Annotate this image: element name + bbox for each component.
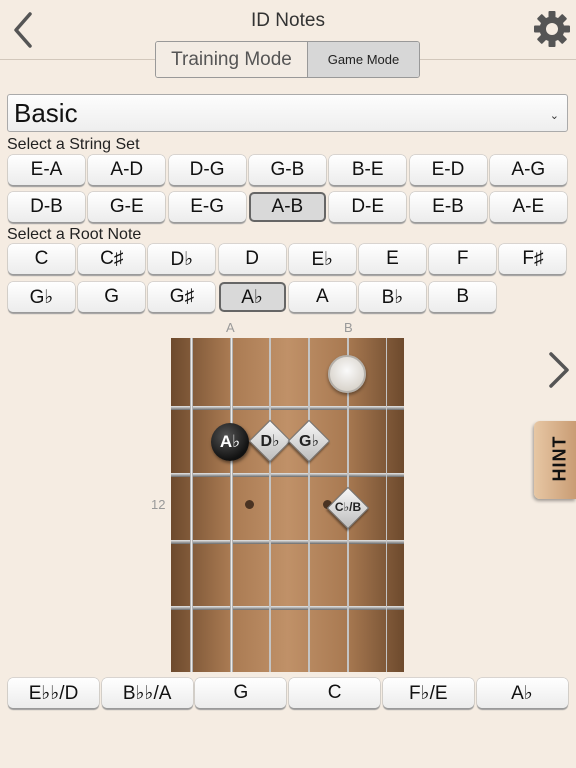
root-note-label: Select a Root Note [7,226,142,243]
root-note-button-b-flat[interactable]: B♭ [359,282,426,312]
answer-button-b-flat-flat-a[interactable]: B♭♭/A [101,678,193,708]
string-set-button-d-g[interactable]: D-G [168,155,246,185]
string-set-button-g-b[interactable]: G-B [248,155,326,185]
root-note-button-g[interactable]: G [78,282,146,312]
root-note-button-c[interactable]: C [8,244,75,274]
root-note-button-b[interactable]: B [429,282,497,312]
guitar-string [230,338,233,672]
fret-wire [171,406,404,410]
string-set-button-e-g[interactable]: E-G [168,192,246,222]
root-note-button-g-flat[interactable]: G♭ [8,282,75,312]
string-set-button-b-e[interactable]: B-E [329,155,407,185]
root-note-button-d[interactable]: D [218,244,286,274]
hint-label: HINT [549,435,570,482]
string-set-button-d-e[interactable]: D-E [329,192,407,222]
string-set-button-e-d[interactable]: E-D [409,155,487,185]
fret-wire [171,540,404,544]
open-string-marker [328,355,366,393]
root-note-button-f[interactable]: F [429,244,497,274]
root-note-button-f-sharp[interactable]: F♯ [499,244,567,274]
root-note-button-a-flat[interactable]: A♭ [218,282,286,312]
string-set-button-e-a[interactable]: E-A [8,155,85,185]
answer-button-a-flat[interactable]: A♭ [476,678,568,708]
string-set-button-a-e[interactable]: A-E [489,192,567,222]
fret-inlay-dot [245,500,254,509]
page-title: ID Notes [251,10,325,31]
answer-button-f-flat-e[interactable]: F♭/E [382,678,474,708]
root-note-button-e-flat[interactable]: E♭ [288,244,356,274]
fret-wire [171,473,404,477]
root-note-button-c-sharp[interactable]: C♯ [78,244,146,274]
level-dropdown-value: Basic [14,98,78,128]
string-set-button-a-d[interactable]: A-D [88,155,166,185]
string-label-b: B [344,320,353,335]
string-set-button-g-e[interactable]: G-E [88,192,166,222]
string-set-button-a-g[interactable]: A-G [489,155,567,185]
string-label-a: A [226,320,235,335]
root-note-button-a[interactable]: A [288,282,356,312]
string-set-label: Select a String Set [7,136,140,153]
guitar-string [269,338,271,672]
answer-button-e-flat-flat-d[interactable]: E♭♭/D [8,678,99,708]
chevron-down-icon: ⌄ [549,110,559,122]
level-dropdown[interactable]: Basic ⌄ [7,94,568,132]
guitar-string [190,338,193,672]
fret-wire [171,606,404,610]
root-note-button-e[interactable]: E [359,244,426,274]
string-set-button-d-b[interactable]: D-B [8,192,85,222]
fret-number-label: 12 [151,497,166,512]
root-note-button-g-sharp[interactable]: G♯ [148,282,216,312]
string-set-button-a-b[interactable]: A-B [248,192,326,222]
mode-segmented-control: Training Mode Game Mode [155,41,420,78]
guitar-string [386,338,387,672]
note-marker-label: D♭ [260,433,280,450]
hint-button[interactable]: HINT [534,421,576,499]
fretboard [171,338,404,672]
training-mode-tab[interactable]: Training Mode [156,42,308,77]
chevron-right-icon[interactable] [545,350,573,390]
gear-icon[interactable] [533,10,571,48]
note-marker-label: G♭ [299,433,319,450]
answer-button-g[interactable]: G [195,678,287,708]
game-mode-tab[interactable]: Game Mode [308,42,419,77]
root-note-marker: A♭ [211,423,249,461]
string-set-button-e-b[interactable]: E-B [409,192,487,222]
note-marker-label: C♭/B [334,500,362,514]
answer-button-c[interactable]: C [289,678,381,708]
guitar-string [308,338,310,672]
root-note-button-d-flat[interactable]: D♭ [148,244,216,274]
